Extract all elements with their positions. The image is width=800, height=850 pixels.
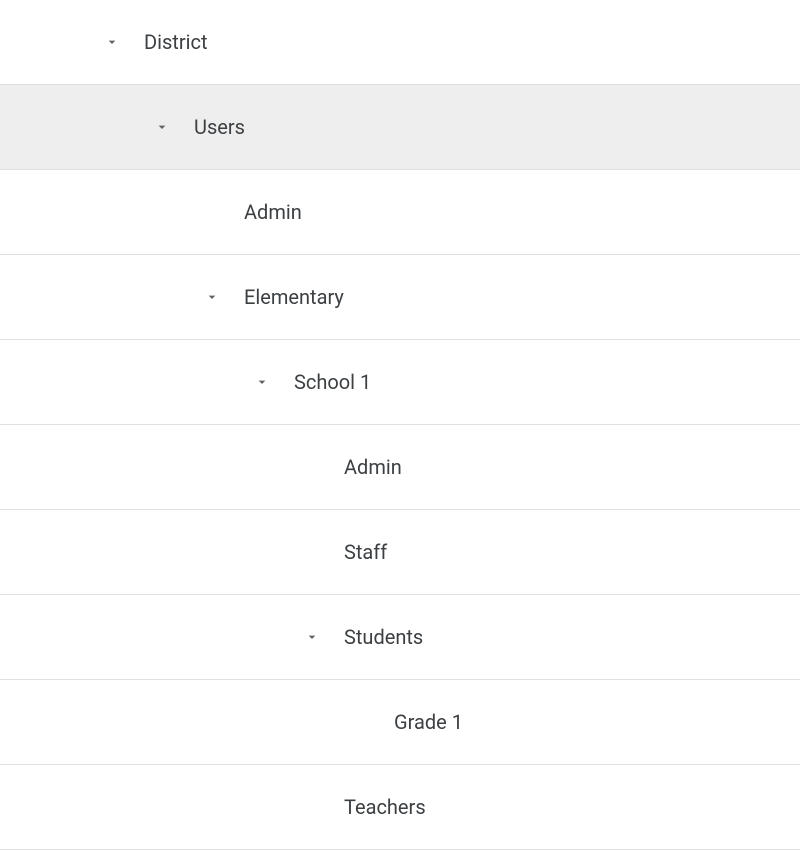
tree-row-grade-1[interactable]: Grade 1 bbox=[0, 680, 800, 765]
tree-row-district[interactable]: District bbox=[0, 0, 800, 85]
tree-row-label: Users bbox=[186, 115, 245, 139]
tree-row-label: Admin bbox=[236, 200, 302, 224]
tree-row-admin[interactable]: Admin bbox=[0, 170, 800, 255]
chevron-down-icon[interactable] bbox=[238, 374, 286, 390]
tree-row-label: District bbox=[136, 30, 208, 54]
tree-row-label: School 1 bbox=[286, 370, 371, 394]
tree-row-school-1-staff[interactable]: Staff bbox=[0, 510, 800, 595]
tree-row-label: Grade 1 bbox=[386, 710, 463, 734]
tree-row-users[interactable]: Users bbox=[0, 85, 800, 170]
chevron-down-icon[interactable] bbox=[288, 629, 336, 645]
chevron-down-icon[interactable] bbox=[138, 119, 186, 135]
tree-row-elementary[interactable]: Elementary bbox=[0, 255, 800, 340]
tree-row-label: Students bbox=[336, 625, 423, 649]
tree-row-label: Elementary bbox=[236, 285, 344, 309]
tree-row-students[interactable]: Students bbox=[0, 595, 800, 680]
chevron-down-icon[interactable] bbox=[188, 289, 236, 305]
chevron-down-icon[interactable] bbox=[88, 34, 136, 50]
tree-row-school-1[interactable]: School 1 bbox=[0, 340, 800, 425]
tree-row-school-1-admin[interactable]: Admin bbox=[0, 425, 800, 510]
tree-row-label: Staff bbox=[336, 540, 387, 564]
tree-row-label: Teachers bbox=[336, 795, 426, 819]
tree-row-teachers[interactable]: Teachers bbox=[0, 765, 800, 850]
tree-row-label: Admin bbox=[336, 455, 402, 479]
